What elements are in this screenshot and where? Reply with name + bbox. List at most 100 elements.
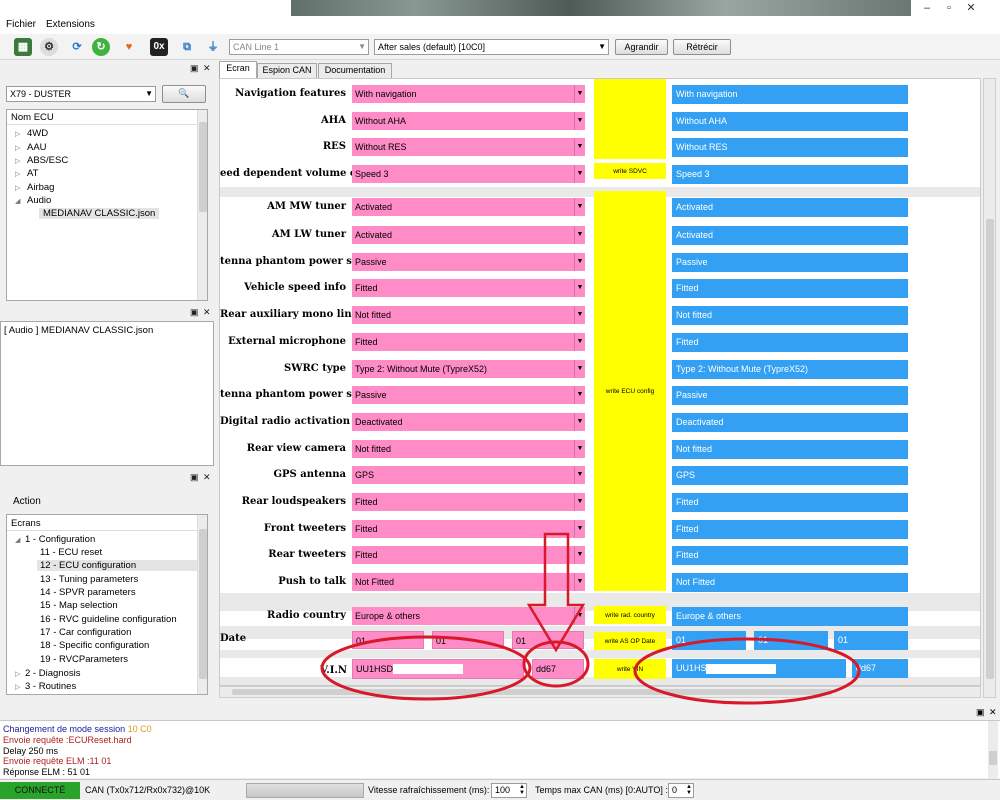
plug-icon[interactable]: ⏚	[204, 38, 222, 56]
chevron-down-icon[interactable]: ▼	[574, 226, 585, 244]
chevron-down-icon[interactable]: ▼	[574, 573, 585, 591]
connect-icon[interactable]: ↻	[92, 38, 110, 56]
field-select[interactable]: Not Fitted ▼	[352, 573, 585, 591]
tree-item-4wd[interactable]: 4WD	[27, 128, 48, 139]
write-vin-button[interactable]: write VIN	[594, 659, 666, 679]
float-icon[interactable]: ▣	[190, 63, 199, 74]
tree-item-audio[interactable]: Audio	[27, 195, 51, 206]
expand-icon[interactable]: ▷	[15, 170, 20, 178]
field-select[interactable]: Fitted ▼	[352, 546, 585, 564]
screen-item[interactable]: 16 - RVC guideline configuration	[40, 614, 177, 625]
date-year-field[interactable]: 01	[512, 631, 584, 649]
tree-item-medianav[interactable]: MEDIANAV CLASSIC.json	[39, 208, 160, 219]
chevron-down-icon[interactable]: ▼	[574, 546, 585, 564]
tree-item-abs[interactable]: ABS/ESC	[27, 155, 68, 166]
can-time-spinbox[interactable]: 0 ▲ ▼	[668, 783, 694, 798]
chevron-down-icon[interactable]: ▼	[574, 279, 585, 297]
minimize-icon[interactable]: –	[918, 1, 936, 15]
chevron-down-icon[interactable]: ▼	[574, 413, 585, 431]
expand-icon[interactable]: ▷	[15, 683, 20, 691]
tab-espion-can[interactable]: Espion CAN	[257, 63, 317, 78]
chevron-down-icon[interactable]: ▼	[574, 607, 585, 625]
screen-item-selected[interactable]: 12 - ECU configuration	[37, 560, 197, 571]
tab-ecran[interactable]: Ecran	[219, 61, 257, 78]
action-tree-scrollbar[interactable]	[197, 515, 207, 694]
float-icon[interactable]: ▣	[976, 707, 985, 718]
close-icon[interactable]: ✕	[203, 472, 211, 483]
field-select[interactable]: Deactivated ▼	[352, 413, 585, 431]
chevron-down-icon[interactable]: ▼	[574, 360, 585, 378]
expand-icon[interactable]: ▷	[15, 144, 20, 152]
chevron-down-icon[interactable]: ▼	[574, 386, 585, 404]
hex-icon[interactable]: 0x	[150, 38, 168, 56]
field-select[interactable]: GPS ▼	[352, 466, 585, 484]
field-select[interactable]: Without RES ▼	[352, 138, 585, 156]
write-config-button[interactable]	[594, 79, 666, 159]
screen-item[interactable]: 17 - Car configuration	[40, 627, 131, 638]
float-icon[interactable]: ▣	[190, 307, 199, 318]
chevron-down-icon[interactable]: ▼	[574, 493, 585, 511]
collapse-icon[interactable]: ◢	[15, 536, 20, 544]
restore-icon[interactable]: ▫	[940, 1, 958, 15]
chevron-down-icon[interactable]: ▼	[574, 198, 585, 216]
tree-item-routines[interactable]: 3 - Routines	[25, 681, 76, 692]
ecu-tree-scrollbar[interactable]	[197, 110, 207, 300]
field-select[interactable]: Fitted ▼	[352, 493, 585, 511]
field-select[interactable]: Activated ▼	[352, 226, 585, 244]
field-select[interactable]: Without AHA ▼	[352, 112, 585, 130]
field-select[interactable]: Type 2: Without Mute (TypreX52) ▼	[352, 360, 585, 378]
menu-extensions[interactable]: Extensions	[46, 19, 95, 30]
vin-suffix-field[interactable]: dd67	[532, 659, 584, 679]
date-day-field[interactable]: 01	[352, 631, 424, 649]
chevron-down-icon[interactable]: ▼	[574, 165, 585, 183]
collapse-icon[interactable]: ◢	[15, 197, 20, 205]
tree-item-diagnosis[interactable]: 2 - Diagnosis	[25, 668, 80, 679]
can-line-select[interactable]: CAN Line 1 ▼	[229, 39, 369, 55]
log-scrollbar[interactable]	[988, 721, 998, 779]
field-select[interactable]: Not fitted ▼	[352, 440, 585, 458]
chevron-down-icon[interactable]: ▼	[574, 85, 585, 103]
tree-item-airbag[interactable]: Airbag	[27, 182, 54, 193]
field-select[interactable]: Europe & others ▼	[352, 607, 585, 625]
write-ecu-config-button[interactable]: write ECU config	[594, 191, 666, 591]
menu-file[interactable]: Fichier	[6, 19, 36, 30]
field-select[interactable]: Fitted ▼	[352, 520, 585, 538]
chevron-down-icon[interactable]: ▼	[574, 440, 585, 458]
field-select[interactable]: Speed 3 ▼	[352, 165, 585, 183]
screen-item[interactable]: 14 - SPVR parameters	[40, 587, 136, 598]
write-radio-country-button[interactable]: write rad. country	[594, 606, 666, 624]
expand-icon[interactable]: ▷	[15, 670, 20, 678]
field-select[interactable]: Fitted ▼	[352, 279, 585, 297]
heart-monitor-icon[interactable]: ♥	[120, 38, 138, 56]
chevron-down-icon[interactable]: ▼	[574, 138, 585, 156]
chevron-down-icon[interactable]: ▼	[574, 466, 585, 484]
screen-item[interactable]: 13 - Tuning parameters	[40, 574, 138, 585]
loaded-file-item[interactable]: [ Audio ] MEDIANAV CLASSIC.json	[4, 325, 153, 336]
chevron-down-icon[interactable]: ▼	[574, 253, 585, 271]
vehicle-select[interactable]: X79 - DUSTER ▼	[6, 86, 156, 102]
enlarge-button[interactable]: Agrandir	[615, 39, 668, 55]
dashboard-icon[interactable]: ▦	[14, 38, 32, 56]
chevron-down-icon[interactable]: ▼	[574, 520, 585, 538]
search-vehicle-button[interactable]: 🔍	[162, 85, 206, 103]
write-sdvc-button[interactable]: write SDVC	[594, 163, 666, 179]
field-select[interactable]: Activated ▼	[352, 198, 585, 216]
field-select[interactable]: Not fitted ▼	[352, 306, 585, 324]
expand-icon[interactable]: ▷	[15, 184, 20, 192]
chevron-down-icon[interactable]: ▼	[574, 306, 585, 324]
field-select[interactable]: Passive ▼	[352, 386, 585, 404]
tree-item-at[interactable]: AT	[27, 168, 38, 179]
close-icon[interactable]: ✕	[203, 63, 211, 74]
close-icon[interactable]: ✕	[203, 307, 211, 318]
refresh-spinbox[interactable]: 100 ▲ ▼	[491, 783, 527, 798]
tree-item-aau[interactable]: AAU	[27, 142, 47, 153]
close-icon[interactable]: ✕	[962, 1, 980, 15]
screen-item[interactable]: 11 - ECU reset	[40, 547, 102, 558]
chevron-down-icon[interactable]: ▼	[574, 112, 585, 130]
expand-icon[interactable]: ▷	[15, 130, 20, 138]
screen-item[interactable]: 15 - Map selection	[40, 600, 118, 611]
close-icon[interactable]: ✕	[989, 707, 997, 718]
float-icon[interactable]: ▣	[190, 472, 199, 483]
tab-documentation[interactable]: Documentation	[318, 63, 392, 78]
field-select[interactable]: With navigation ▼	[352, 85, 585, 103]
